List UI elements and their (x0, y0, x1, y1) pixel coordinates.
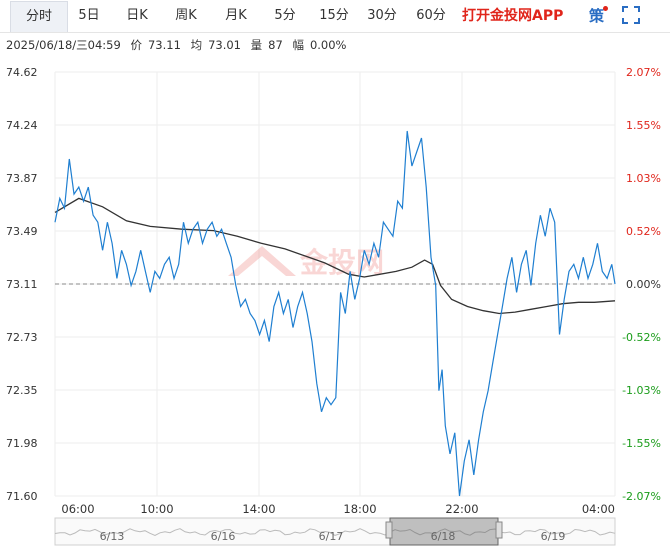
y-tick-label-right: -1.55% (622, 437, 661, 450)
y-tick-label-left: 74.62 (6, 66, 38, 79)
x-tick-label: 04:00 (582, 502, 615, 516)
price-value: 73.11 (147, 38, 181, 52)
price-line (54, 130, 616, 497)
tab-5day[interactable]: 5日 (67, 1, 111, 31)
avg-label: 均 (190, 38, 203, 52)
tab-30min[interactable]: 30分 (359, 1, 405, 31)
watermark-house-icon (228, 246, 296, 276)
tab-5min[interactable]: 5分 (263, 1, 307, 31)
y-axis-right: 2.07% 1.55% 1.03% 0.52% 0.00% -0.52% -1.03% -1.… (622, 66, 661, 503)
y-tick-label-right: 1.03% (626, 172, 661, 185)
quote-info-bar: 2025/06/18/三04:59 价 73.11 均 73.01 量 87 幅 0.0… (6, 37, 353, 53)
x-tick-label: 06:00 (61, 502, 94, 516)
navigator-date-label: 6/13 (100, 530, 125, 543)
navigator-date-label: 6/16 (211, 530, 236, 543)
navigator-handle-right (495, 521, 503, 539)
volume-label: 量 (250, 38, 263, 52)
x-axis: 06:00 10:00 14:00 18:00 22:00 04:00 (61, 502, 615, 516)
y-tick-label-right: -1.03% (622, 384, 661, 397)
navigator-handle-left (385, 521, 393, 539)
y-tick-label-left: 73.87 (6, 172, 38, 185)
x-tick-label: 14:00 (242, 502, 275, 516)
y-tick-label-left: 74.24 (6, 119, 38, 132)
intraday-chart[interactable]: 金投网 74.6274.2473.8773.4973.1172.7372.357… (0, 60, 670, 546)
strategy-button[interactable]: 策 (589, 0, 604, 32)
avg-value: 73.01 (208, 38, 241, 52)
change-value: 0.00% (309, 38, 347, 52)
notification-dot (603, 6, 608, 11)
y-tick-label-left: 71.98 (6, 437, 38, 450)
y-tick-label-left: 73.11 (6, 278, 38, 291)
x-tick-label: 10:00 (140, 502, 173, 516)
time-navigator: 6/13 6/16 6/17 6/18 6/19 (54, 517, 616, 546)
y-tick-label-left: 71.60 (6, 490, 38, 503)
tab-daily-k[interactable]: 日K (115, 1, 159, 31)
tab-intraday[interactable]: 分时 (10, 1, 68, 32)
y-tick-label-right: 0.52% (626, 225, 661, 238)
y-tick-label-right: 1.55% (626, 119, 661, 132)
fullscreen-icon[interactable] (622, 6, 640, 24)
y-tick-label-left: 73.49 (6, 225, 38, 238)
x-tick-label: 22:00 (445, 502, 478, 516)
navigator-date-label: 6/17 (319, 530, 344, 543)
volume-value: 87 (268, 38, 283, 52)
price-label: 价 (130, 38, 142, 52)
y-tick-label-left: 72.73 (6, 331, 38, 344)
quote-datetime: 2025/06/18/三04:59 (6, 38, 121, 52)
navigator-date-label: 6/19 (541, 530, 566, 543)
tab-15min[interactable]: 15分 (311, 1, 357, 31)
y-tick-label-right: 0.00% (626, 278, 661, 291)
tab-weekly-k[interactable]: 周K (163, 1, 209, 31)
navigator-date-label: 6/18 (431, 530, 456, 543)
open-app-link[interactable]: 打开金投网APP (462, 0, 563, 32)
timeframe-tabs: 分时 5日 日K 周K 月K 5分 15分 30分 60分 打开金投网APP 策 (0, 0, 670, 33)
y-tick-label-right: 2.07% (626, 66, 661, 79)
y-tick-label-right: -2.07% (622, 490, 661, 503)
y-tick-label-right: -0.52% (622, 331, 661, 344)
tab-60min[interactable]: 60分 (408, 1, 454, 31)
y-tick-label-left: 72.35 (6, 384, 38, 397)
y-axis-left: 74.62 74.24 73.87 73.49 73.11 72.73 72.35 71.98… (6, 66, 38, 503)
watermark-text: 金投网 (299, 246, 384, 279)
tab-monthly-k[interactable]: 月K (213, 1, 259, 31)
change-label: 幅 (292, 38, 304, 52)
x-tick-label: 18:00 (343, 502, 376, 516)
